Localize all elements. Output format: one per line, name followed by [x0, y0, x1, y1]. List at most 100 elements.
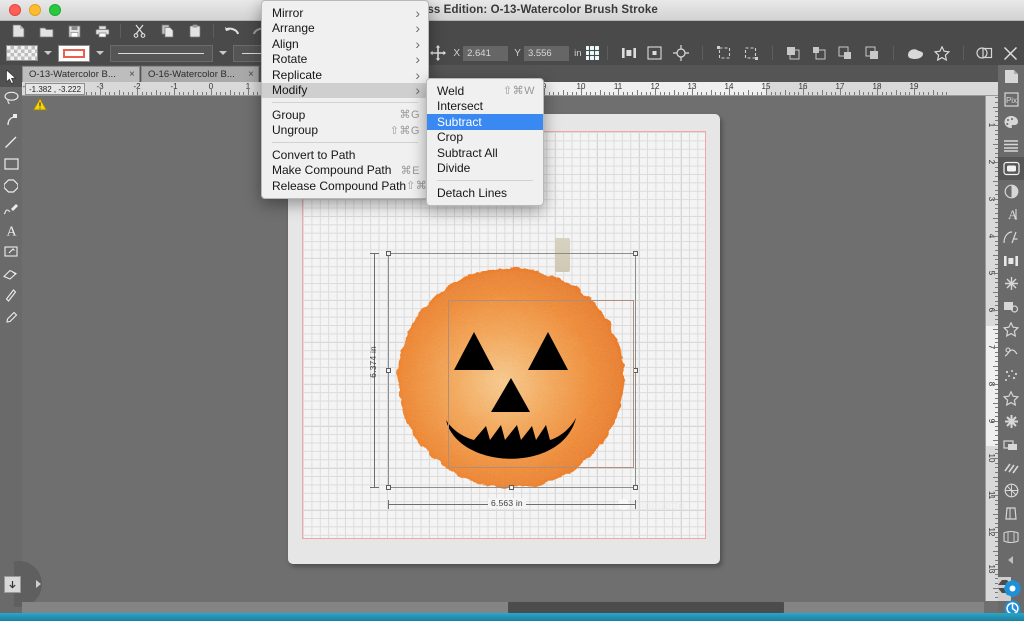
paste-icon[interactable] [181, 21, 209, 41]
line-style-panel-icon[interactable] [998, 134, 1024, 157]
settings-gear-icon[interactable] [1004, 580, 1021, 597]
send-backward-icon[interactable] [833, 43, 859, 63]
new-document-icon[interactable] [4, 21, 32, 41]
menu-item-divide[interactable]: Divide [427, 161, 543, 177]
collapse-panel-arrow[interactable] [998, 548, 1024, 571]
y-field[interactable]: 3.556 [523, 45, 570, 61]
horizontal-scroll-thumb[interactable] [508, 602, 784, 613]
rectangle-tool[interactable] [0, 153, 22, 175]
send-to-back-icon[interactable] [859, 43, 885, 63]
warning-triangle-icon[interactable] [33, 97, 47, 116]
expand-arrow-icon[interactable] [36, 580, 41, 588]
print-icon[interactable] [88, 21, 116, 41]
menu-item-group[interactable]: Group ⌘G [262, 107, 428, 123]
menu-item-crop[interactable]: Crop [427, 130, 543, 146]
menu-item-modify[interactable]: Modify › [262, 82, 428, 98]
modify-submenu[interactable]: Weld ⇧⌘W Intersect Subtract Crop Subtract All… [426, 78, 544, 206]
pixscan-panel-icon[interactable]: Pix [998, 88, 1024, 111]
menu-item-align[interactable]: Align › [262, 36, 428, 52]
line-style-caret[interactable] [218, 51, 227, 55]
menu-item-convert-to-path[interactable]: Convert to Path [262, 147, 428, 163]
stroke-dropdown-caret[interactable] [95, 51, 104, 55]
menu-item-subtract[interactable]: Subtract [427, 114, 543, 130]
bring-to-front-icon[interactable] [780, 43, 806, 63]
eyedropper-tool[interactable] [0, 307, 22, 329]
warp-panel-icon[interactable] [998, 502, 1024, 525]
close-x-icon[interactable] [998, 43, 1024, 63]
rotate-box-icon[interactable] [737, 43, 763, 63]
menu-item-mirror[interactable]: Mirror › [262, 5, 428, 21]
panel-collapse-button[interactable] [4, 576, 21, 593]
menu-item-arrange[interactable]: Arrange › [262, 20, 428, 36]
menu-item-weld[interactable]: Weld ⇧⌘W [427, 83, 543, 99]
document-tab-0[interactable]: O-13-Watercolor B... × [22, 66, 140, 82]
trace-tool[interactable] [0, 241, 22, 263]
text-style-panel-icon[interactable]: A [998, 203, 1024, 226]
image-effects-panel-icon[interactable] [998, 341, 1024, 364]
horizontal-scrollbar[interactable] [22, 602, 984, 613]
text-on-path-panel-icon[interactable] [998, 226, 1024, 249]
menu-item-intersect[interactable]: Intersect [427, 99, 543, 115]
fill-dropdown-caret[interactable] [43, 51, 52, 55]
resize-handle-sw[interactable] [386, 485, 391, 490]
page-setup-panel-icon[interactable] [998, 65, 1024, 88]
star-shape-panel-icon[interactable] [998, 318, 1024, 341]
x-field[interactable]: 2.641 [463, 45, 509, 61]
sketch-panel-icon[interactable] [998, 364, 1024, 387]
text-tool[interactable]: A [0, 219, 22, 241]
line-style-dropdown[interactable] [109, 44, 213, 62]
knife-tool[interactable] [0, 285, 22, 307]
vertical-ruler[interactable]: 012345678910111213 [985, 96, 998, 601]
resize-handle-w[interactable] [386, 367, 391, 373]
cut-icon[interactable] [125, 21, 153, 41]
center-target-icon[interactable] [668, 43, 694, 63]
align-icon[interactable] [616, 43, 642, 63]
menu-item-make-compound-path[interactable]: Make Compound Path ⌘E [262, 163, 428, 179]
color-palette-panel-icon[interactable] [998, 111, 1024, 134]
line-tool[interactable] [0, 131, 22, 153]
draw-pen-tool[interactable] [0, 197, 22, 219]
copy-icon[interactable] [153, 21, 181, 41]
resize-handle-s[interactable] [509, 485, 514, 490]
scale-icon[interactable] [711, 43, 737, 63]
conical-warp-panel-icon[interactable] [998, 525, 1024, 548]
print-bleed-panel-icon[interactable] [998, 456, 1024, 479]
menu-item-subtract-all[interactable]: Subtract All [427, 145, 543, 161]
menu-item-replicate[interactable]: Replicate › [262, 67, 428, 83]
stipple-panel-icon[interactable] [998, 387, 1024, 410]
hatch-fill-panel-icon[interactable] [998, 479, 1024, 502]
effects-panel-icon[interactable] [998, 272, 1024, 295]
resize-handle-nw[interactable] [386, 251, 391, 256]
menu-item-release-compound-path[interactable]: Release Compound Path ⇧⌘E [262, 178, 435, 194]
menu-item-rotate[interactable]: Rotate › [262, 51, 428, 67]
fill-shape-icon[interactable] [902, 43, 928, 63]
align-panel-icon[interactable] [998, 249, 1024, 272]
close-tab-icon[interactable]: × [129, 69, 135, 80]
polygon-tool[interactable] [0, 175, 22, 197]
save-icon[interactable] [60, 21, 88, 41]
knife-panel-icon[interactable] [998, 433, 1024, 456]
close-tab-icon[interactable]: × [248, 69, 254, 80]
shadow-panel-icon[interactable] [998, 295, 1024, 318]
object-menu[interactable]: Mirror › Arrange › Align › Rotate › Replicate › Mo… [261, 0, 435, 199]
resize-handle-se[interactable] [633, 485, 638, 490]
eraser-tool[interactable] [0, 263, 22, 285]
transform-panel-icon[interactable] [998, 157, 1024, 180]
weld-shapes-icon[interactable] [972, 43, 998, 63]
stroke-swatch[interactable] [57, 44, 90, 62]
rhinestone-panel-icon[interactable] [998, 410, 1024, 433]
move-tool-icon[interactable] [429, 43, 448, 63]
document-tab-1[interactable]: O-16-Watercolor B... × [141, 66, 259, 82]
menu-item-ungroup[interactable]: Ungroup ⇧⌘G [262, 123, 428, 139]
distribute-icon[interactable] [642, 43, 668, 63]
open-folder-icon[interactable] [32, 21, 60, 41]
undo-icon[interactable] [218, 21, 246, 41]
fill-opacity-panel-icon[interactable] [998, 180, 1024, 203]
lasso-select-tool[interactable] [0, 87, 22, 109]
star-shape-icon[interactable] [928, 43, 954, 63]
edit-points-tool[interactable] [0, 109, 22, 131]
select-arrow-tool[interactable] [0, 65, 22, 87]
bring-forward-icon[interactable] [807, 43, 833, 63]
fill-swatch[interactable] [6, 45, 38, 61]
resize-handle-ne[interactable] [633, 251, 638, 256]
